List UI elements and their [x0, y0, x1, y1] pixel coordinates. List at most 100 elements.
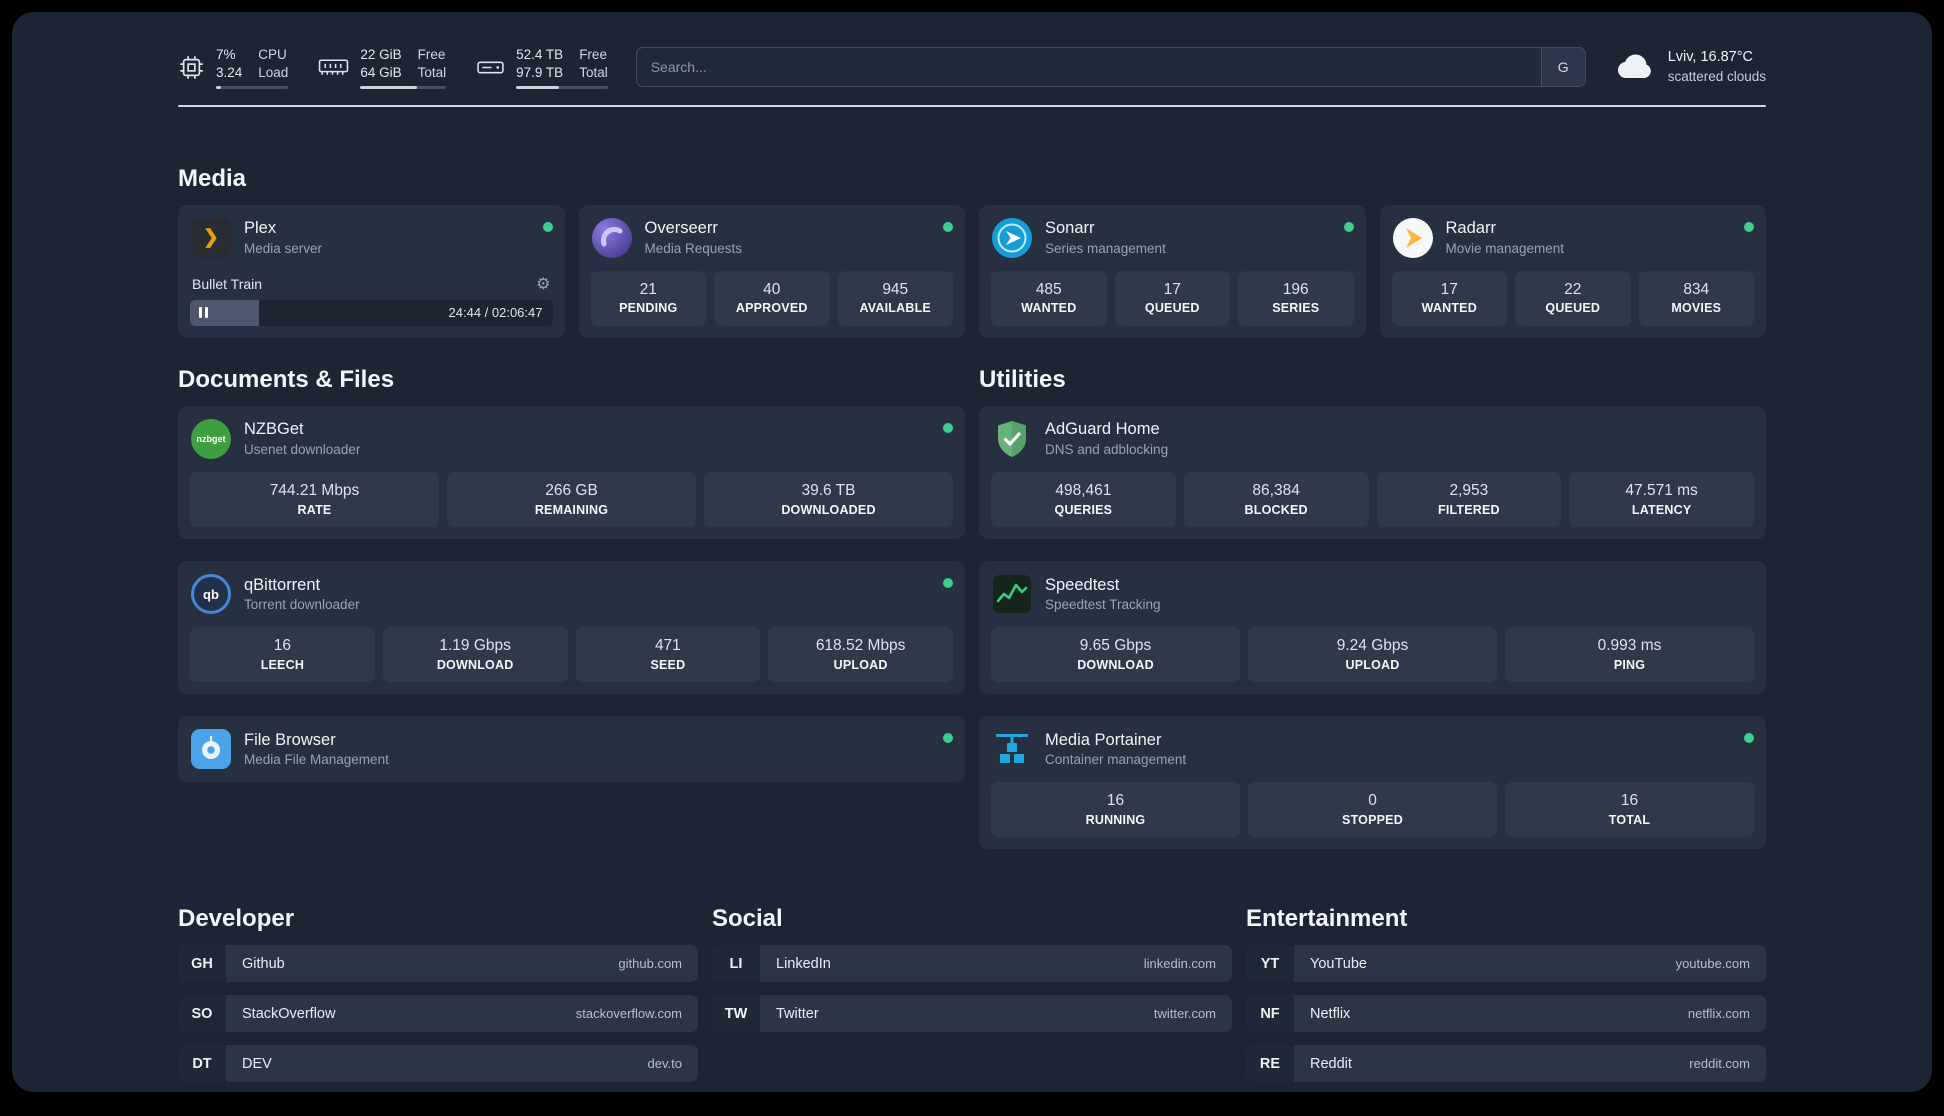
- stat-movies: 834 MOVIES: [1638, 270, 1754, 326]
- bookmark-url: netflix.com: [1687, 1006, 1750, 1022]
- bookmark-url: linkedin.com: [1143, 956, 1216, 972]
- service-card-filebrowser[interactable]: File Browser Media File Management: [178, 716, 965, 783]
- pause-button[interactable]: [199, 307, 208, 319]
- service-name: NZBGet: [244, 420, 304, 439]
- memory-progress-bar: [360, 85, 447, 89]
- status-dot: [943, 422, 953, 433]
- bookmark-name: Twitter: [776, 1005, 819, 1022]
- weather-widget[interactable]: Lviv, 16.87°C scattered clouds: [1614, 48, 1766, 86]
- gear-icon[interactable]: ⚙: [536, 274, 550, 294]
- stat-download: 9.65 Gbps DOWNLOAD: [991, 627, 1240, 683]
- bookmarks-entertainment: Entertainment YT YouTube youtube.com NF …: [1246, 905, 1766, 1092]
- bookmark-linkedin[interactable]: LI LinkedIn linkedin.com: [712, 945, 1232, 983]
- section-title-social: Social: [712, 905, 783, 933]
- section-utilities: Utilities AdGuard Home DNS and adblockin…: [979, 366, 1766, 850]
- section-media: Media ❯ Plex Media server Bullet Train ⚙…: [178, 165, 1766, 338]
- bookmark-netflix[interactable]: NF Netflix netflix.com: [1246, 995, 1766, 1033]
- resource-widgets: 7% 3.24 CPU Load 22 GiB 64 GiB Free Tota…: [178, 46, 608, 89]
- service-card-qbittorrent[interactable]: qb qBittorrent Torrent downloader 16 LEE…: [178, 561, 965, 695]
- bookmark-stackoverflow[interactable]: SO StackOverflow stackoverflow.com: [178, 995, 698, 1033]
- status-dot: [1744, 221, 1754, 232]
- status-dot: [943, 221, 953, 232]
- section-title-media: Media: [178, 164, 247, 192]
- service-name: Media Portainer: [1045, 730, 1162, 749]
- section-title-documents: Documents & Files: [178, 365, 395, 393]
- adguard-shield-icon: [991, 418, 1033, 460]
- section-title-entertainment: Entertainment: [1246, 905, 1408, 933]
- disk-progress-bar: [516, 85, 608, 89]
- bookmark-abbr: DT: [178, 1045, 226, 1083]
- bookmark-youtube[interactable]: YT YouTube youtube.com: [1246, 945, 1766, 983]
- service-subtitle: Speedtest Tracking: [1045, 596, 1161, 612]
- service-subtitle: Torrent downloader: [244, 596, 360, 612]
- service-card-nzbget[interactable]: nzbget NZBGet Usenet downloader 744.21 M…: [178, 405, 965, 539]
- speedtest-graph-icon: [991, 573, 1033, 615]
- service-subtitle: Usenet downloader: [244, 441, 361, 457]
- disk-widget: 52.4 TB 97.9 TB Free Total: [476, 46, 608, 89]
- bookmark-abbr: NF: [1246, 995, 1294, 1033]
- service-card-overseerr[interactable]: Overseerr Media Requests 21 PENDING 40 A…: [578, 204, 965, 338]
- stat-available: 945 AVAILABLE: [837, 270, 953, 326]
- stat-ping: 0.993 ms PING: [1505, 627, 1754, 683]
- service-name: qBittorrent: [244, 575, 321, 594]
- search-bar[interactable]: G: [635, 47, 1586, 88]
- bookmark-name: Netflix: [1310, 1005, 1351, 1022]
- dashboard: 7% 3.24 CPU Load 22 GiB 64 GiB Free Tota…: [12, 12, 1932, 1092]
- bookmark-github[interactable]: GH Github github.com: [178, 945, 698, 983]
- section-title-utilities: Utilities: [979, 365, 1066, 393]
- bookmark-reddit[interactable]: RE Reddit reddit.com: [1246, 1045, 1766, 1083]
- playback-time: 24:44 / 02:06:47: [448, 305, 543, 321]
- stat-total: 16 TOTAL: [1505, 782, 1754, 838]
- qbittorrent-icon: qb: [190, 573, 232, 615]
- service-card-sonarr[interactable]: Sonarr Series management 485 WANTED 17 Q…: [979, 204, 1366, 338]
- disk-total-value: 97.9 TB: [516, 64, 564, 80]
- cpu-progress-bar: [216, 85, 289, 89]
- bookmark-url: twitter.com: [1153, 1006, 1216, 1022]
- bookmark-abbr: LI: [712, 945, 760, 983]
- bookmark-abbr: TW: [712, 995, 760, 1033]
- memory-free-value: 22 GiB: [360, 47, 402, 62]
- cpu-load-label: Load: [258, 64, 289, 80]
- cpu-readout: 7% 3.24 CPU Load: [216, 46, 289, 89]
- search-provider-button[interactable]: G: [1540, 48, 1585, 87]
- stat-blocked: 86,384 BLOCKED: [1183, 471, 1369, 527]
- bookmark-twitter[interactable]: TW Twitter twitter.com: [712, 995, 1232, 1033]
- bookmark-name: YouTube: [1310, 955, 1367, 972]
- cpu-percent: 7%: [216, 47, 236, 62]
- bookmark-name: LinkedIn: [776, 955, 831, 972]
- stat-leech: 16 LEECH: [190, 627, 375, 683]
- service-name: AdGuard Home: [1045, 420, 1160, 439]
- memory-widget: 22 GiB 64 GiB Free Total: [318, 46, 447, 89]
- bookmark-abbr: YT: [1246, 945, 1294, 983]
- playback-progress-bar[interactable]: 24:44 / 02:06:47: [190, 299, 553, 326]
- stat-queued: 17 QUEUED: [1114, 270, 1230, 326]
- service-card-radarr[interactable]: Radarr Movie management 17 WANTED 22 QUE…: [1379, 204, 1766, 338]
- disk-free-value: 52.4 TB: [516, 47, 564, 62]
- memory-icon: [318, 56, 349, 79]
- stat-queued: 22 QUEUED: [1515, 270, 1631, 326]
- service-subtitle: Media Requests: [644, 240, 743, 256]
- overseerr-icon: [591, 217, 633, 259]
- bookmark-url: github.com: [618, 956, 682, 972]
- service-card-plex[interactable]: ❯ Plex Media server Bullet Train ⚙ 24:44…: [178, 204, 565, 338]
- stat-rate: 744.21 Mbps RATE: [190, 471, 439, 527]
- plex-icon: ❯: [190, 217, 232, 259]
- service-subtitle: Series management: [1045, 240, 1166, 256]
- service-subtitle: Media server: [244, 240, 323, 256]
- status-dot: [943, 733, 953, 744]
- bookmark-name: DEV: [242, 1055, 272, 1072]
- stat-downloaded: 39.6 TB DOWNLOADED: [704, 471, 953, 527]
- bookmark-dev[interactable]: DT DEV dev.to: [178, 1045, 698, 1083]
- status-dot: [1744, 733, 1754, 744]
- stat-stopped: 0 STOPPED: [1248, 782, 1497, 838]
- stat-approved: 40 APPROVED: [714, 270, 830, 326]
- service-card-portainer[interactable]: Media Portainer Container management 16 …: [979, 716, 1766, 850]
- service-card-adguard[interactable]: AdGuard Home DNS and adblocking 498,461 …: [979, 405, 1766, 539]
- cpu-chip-icon: [178, 54, 205, 81]
- service-name: Sonarr: [1045, 219, 1095, 238]
- search-input[interactable]: [636, 48, 1541, 87]
- stat-queries: 498,461 QUERIES: [991, 471, 1176, 527]
- cloud-icon: [1614, 50, 1656, 85]
- service-card-speedtest[interactable]: Speedtest Speedtest Tracking 9.65 Gbps D…: [979, 561, 1766, 695]
- stat-seed: 471 SEED: [575, 627, 761, 683]
